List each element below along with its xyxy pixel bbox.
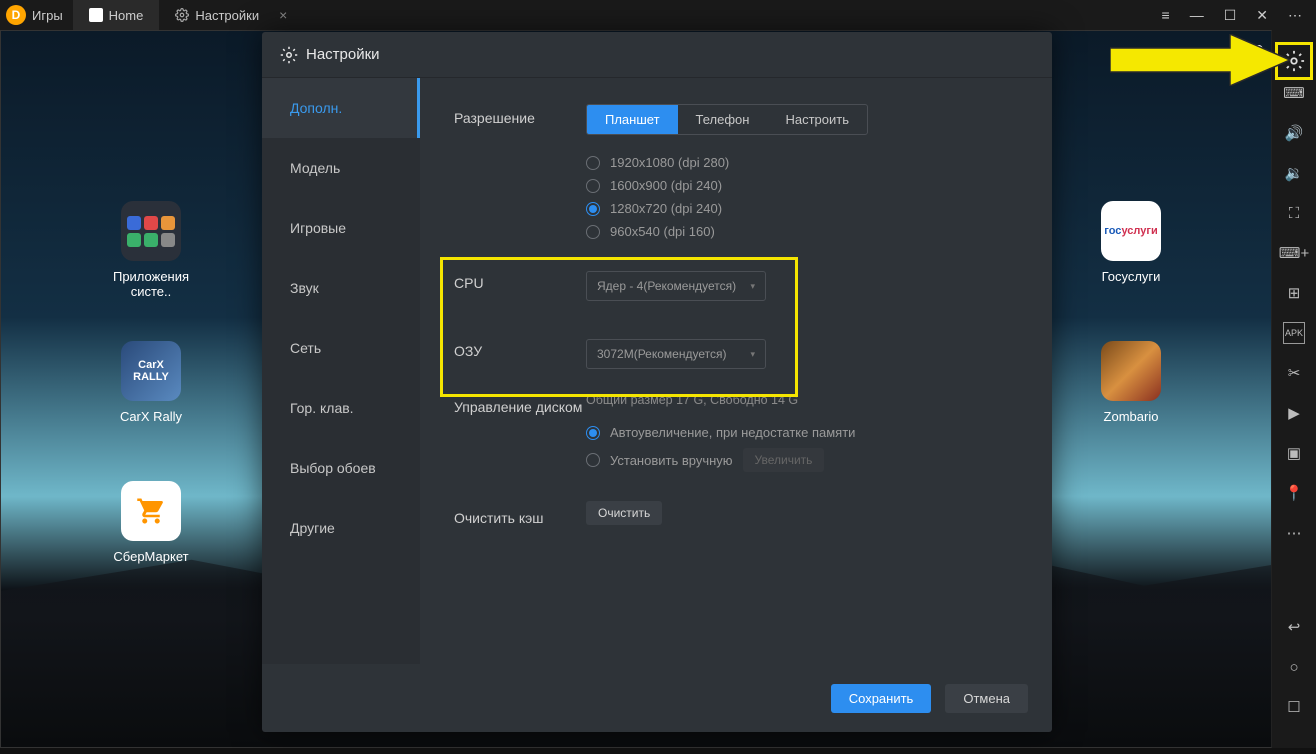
home-icon — [89, 8, 103, 22]
save-button[interactable]: Сохранить — [831, 684, 932, 713]
dialog-header: Настройки — [262, 32, 1052, 78]
icon-carx-rally[interactable]: CarXRALLY CarX Rally — [91, 341, 211, 424]
minimize-icon[interactable]: ― — [1190, 7, 1204, 24]
dialog-footer: Сохранить Отмена — [262, 664, 1052, 732]
recent-icon[interactable]: ☐ — [1283, 696, 1305, 718]
keyboard-icon[interactable]: ⌨ — [1283, 82, 1305, 104]
clear-cache-button[interactable]: Очистить — [586, 501, 662, 525]
scissors-icon[interactable]: ✂ — [1283, 362, 1305, 384]
settings-content: Разрешение Планшет Телефон Настроить 192… — [420, 78, 1052, 664]
cancel-button[interactable]: Отмена — [945, 684, 1028, 713]
sidebar-item-advanced[interactable]: Дополн. — [262, 78, 420, 138]
resolution-label: Разрешение — [454, 104, 586, 247]
record-icon[interactable]: ▶ — [1283, 402, 1305, 424]
screenshot-icon[interactable]: ▣ — [1283, 442, 1305, 464]
icon-label: СберМаркет — [113, 549, 188, 564]
seg-custom[interactable]: Настроить — [767, 105, 867, 134]
res-1600[interactable]: 1600x900 (dpi 240) — [586, 178, 1018, 193]
bottom-strip — [0, 748, 1316, 754]
res-960[interactable]: 960x540 (dpi 160) — [586, 224, 1018, 239]
sidebar-item-hotkeys[interactable]: Гор. клав. — [262, 378, 420, 438]
sidebar-item-network[interactable]: Сеть — [262, 318, 420, 378]
gear-icon — [175, 8, 189, 22]
ram-select[interactable]: 3072M(Рекомендуется)▾ — [586, 339, 766, 369]
sidebar-item-game[interactable]: Игровые — [262, 198, 420, 258]
seg-phone[interactable]: Телефон — [678, 105, 768, 134]
gear-icon — [1283, 50, 1305, 72]
seg-tablet[interactable]: Планшет — [587, 105, 678, 134]
keymap-icon[interactable]: ⌨+ — [1283, 242, 1305, 264]
volume-down-icon[interactable]: 🔉 — [1283, 162, 1305, 184]
multi-instance-icon[interactable]: ⊞ — [1283, 282, 1305, 304]
app-logo: D — [6, 5, 26, 25]
window-controls: ≡ ― ☐ ✕ ⋯ — [1148, 7, 1316, 24]
disk-label: Управление диском — [454, 393, 586, 480]
icon-gosuslugi[interactable]: госуслуги Госуслуги — [1071, 201, 1191, 284]
tab-home-label: Home — [109, 8, 144, 23]
cpu-select[interactable]: Ядер - 4(Рекомендуется)▾ — [586, 271, 766, 301]
sidebar-item-other[interactable]: Другие — [262, 498, 420, 558]
settings-sidebar: Дополн. Модель Игровые Звук Сеть Гор. кл… — [262, 78, 420, 664]
fullscreen-icon[interactable]: ⛶ — [1283, 202, 1305, 224]
gear-icon — [280, 46, 298, 64]
games-label[interactable]: Игры — [32, 8, 73, 23]
res-1280[interactable]: 1280x720 (dpi 240) — [586, 201, 1018, 216]
ram-label: ОЗУ — [454, 339, 586, 369]
enlarge-button[interactable]: Увеличить — [743, 448, 825, 472]
icon-zombario[interactable]: Zombario — [1071, 341, 1191, 424]
maximize-icon[interactable]: ☐ — [1224, 7, 1237, 24]
icon-label: Госуслуги — [1102, 269, 1161, 284]
home-icon[interactable]: ○ — [1283, 656, 1305, 678]
titlebar: D Игры Home Настройки × ≡ ― ☐ ✕ ⋯ — [0, 0, 1316, 30]
more-icon[interactable]: ⋯ — [1288, 7, 1302, 24]
disk-manual[interactable]: Установить вручную Увеличить — [586, 448, 1018, 472]
tab-home[interactable]: Home — [73, 0, 160, 30]
close-icon[interactable]: ✕ — [1256, 7, 1268, 24]
apk-icon[interactable]: APK — [1283, 322, 1305, 344]
tab-settings-label: Настройки — [195, 8, 259, 23]
sidebar-item-model[interactable]: Модель — [262, 138, 420, 198]
icon-sbermarket[interactable]: СберМаркет — [91, 481, 211, 564]
chevron-down-icon: ▾ — [750, 281, 755, 292]
menu-icon[interactable]: ≡ — [1162, 7, 1170, 24]
back-icon[interactable]: ↩ — [1283, 616, 1305, 638]
icon-label: Zombario — [1104, 409, 1159, 424]
icon-system-apps[interactable]: Приложения систе.. — [91, 201, 211, 299]
dialog-title: Настройки — [306, 46, 380, 63]
disk-info: Общий размер 17 G, Свободно 14 G — [586, 393, 1018, 407]
side-toolbar: ⌨ 🔊 🔉 ⛶ ⌨+ ⊞ APK ✂ ▶ ▣ 📍 ⋯ ↩ ○ ☐ — [1272, 30, 1316, 748]
chevron-down-icon: ▾ — [750, 349, 755, 360]
sidebar-item-wallpaper[interactable]: Выбор обоев — [262, 438, 420, 498]
tab-close-icon[interactable]: × — [279, 7, 287, 23]
icon-label: CarX Rally — [120, 409, 182, 424]
sidebar-item-sound[interactable]: Звук — [262, 258, 420, 318]
location-icon[interactable]: 📍 — [1283, 482, 1305, 504]
settings-gear-highlighted[interactable] — [1275, 42, 1313, 80]
cpu-label: CPU — [454, 271, 586, 301]
volume-up-icon[interactable]: 🔊 — [1283, 122, 1305, 144]
tab-settings[interactable]: Настройки × — [159, 0, 303, 30]
res-1920[interactable]: 1920x1080 (dpi 280) — [586, 155, 1018, 170]
device-segment: Планшет Телефон Настроить — [586, 104, 868, 135]
settings-dialog: Настройки Дополн. Модель Игровые Звук Се… — [262, 32, 1052, 732]
cache-label: Очистить кэш — [454, 504, 586, 526]
icon-label: Приложения систе.. — [113, 269, 189, 299]
clock-fragment: :30 — [1235, 42, 1264, 65]
disk-auto[interactable]: Автоувеличение, при недостатке памяти — [586, 425, 1018, 440]
more-icon[interactable]: ⋯ — [1283, 522, 1305, 544]
